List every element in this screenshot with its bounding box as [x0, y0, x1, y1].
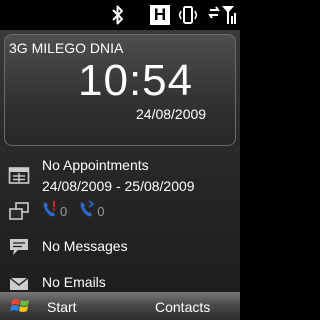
clock-time[interactable]: 10:54	[78, 56, 193, 106]
vibrate-icon[interactable]	[178, 3, 198, 27]
missed-calls-count: 0	[60, 203, 68, 219]
voicemail[interactable]: 0	[79, 199, 105, 223]
message-bubble-icon[interactable]	[8, 237, 30, 257]
carrier-name: 3G MILEGO DNIA	[9, 40, 124, 56]
clock-date: 24/08/2009	[136, 106, 207, 122]
hsdpa-icon[interactable]: H	[148, 3, 172, 27]
status-bar: H	[0, 0, 240, 30]
appointments-title[interactable]: No Appointments	[42, 157, 149, 173]
contacts-softkey[interactable]: Contacts	[155, 299, 210, 315]
windows-start-icon[interactable]	[8, 295, 36, 317]
windows-stack-icon[interactable]	[8, 201, 30, 221]
missed-call-icon	[42, 200, 58, 223]
calls-row: 0 0	[42, 199, 116, 223]
calendar-icon[interactable]	[8, 166, 30, 186]
signal-icon[interactable]	[208, 3, 238, 27]
missed-calls[interactable]: 0	[42, 200, 67, 223]
envelope-icon[interactable]	[8, 274, 30, 294]
appointments-range[interactable]: 24/08/2009 - 25/08/2009	[42, 178, 195, 194]
voicemail-icon	[79, 199, 95, 223]
network-badge: H	[150, 5, 170, 25]
messages-status[interactable]: No Messages	[42, 238, 128, 254]
start-softkey[interactable]: Start	[47, 299, 77, 315]
bluetooth-icon[interactable]	[108, 3, 128, 27]
voicemail-count: 0	[97, 203, 105, 219]
emails-status[interactable]: No Emails	[42, 274, 106, 290]
